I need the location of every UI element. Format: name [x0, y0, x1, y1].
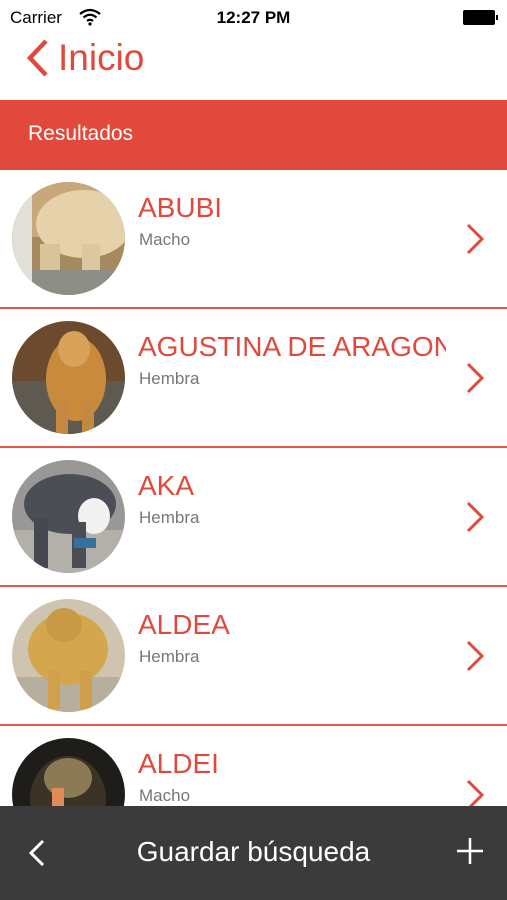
dog-photo	[12, 460, 125, 573]
list-item[interactable]: ALDEA Hembra	[0, 587, 507, 726]
list-item[interactable]: ALDEI Macho	[0, 726, 507, 806]
dog-sex: Hembra	[139, 369, 200, 388]
dog-sex: Macho	[139, 786, 191, 805]
dog-name: ABUBI	[138, 192, 223, 223]
bottom-toolbar: Guardar búsqueda	[0, 806, 507, 900]
chevron-right-icon	[466, 362, 485, 394]
back-button[interactable]: Inicio	[24, 36, 144, 80]
navigation-bar: Inicio	[0, 36, 507, 100]
avatar	[12, 599, 125, 712]
status-time: 12:27 PM	[216, 8, 291, 27]
results-list[interactable]: ABUBI Macho AGUSTINA DE ARAGON Hembra AK…	[0, 170, 507, 806]
chevron-right-icon	[466, 223, 485, 255]
dog-sex: Hembra	[139, 647, 200, 666]
results-title: Resultados	[28, 122, 134, 145]
avatar	[12, 738, 125, 806]
avatar	[12, 182, 125, 295]
dog-photo	[12, 599, 125, 712]
dog-name: AGUSTINA DE ARAGON	[138, 331, 446, 362]
dog-photo	[12, 321, 125, 434]
save-search-button[interactable]: Guardar búsqueda	[0, 836, 507, 868]
back-label: Inicio	[58, 37, 145, 78]
plus-icon[interactable]	[454, 835, 486, 867]
results-header: Resultados	[0, 100, 507, 170]
chevron-right-icon	[466, 501, 485, 533]
list-item[interactable]: AGUSTINA DE ARAGON Hembra	[0, 309, 507, 448]
dog-name: ALDEA	[138, 609, 230, 640]
battery-icon	[463, 10, 498, 25]
status-bar: Carrier 12:27 PM	[0, 0, 507, 36]
dog-name: ALDEI	[138, 748, 219, 779]
dog-photo	[12, 182, 125, 295]
avatar	[12, 321, 125, 434]
dog-name: AKA	[138, 470, 195, 501]
dog-photo	[12, 738, 125, 806]
avatar	[12, 460, 125, 573]
dog-sex: Hembra	[139, 508, 200, 527]
chevron-right-icon	[466, 640, 485, 672]
list-item[interactable]: AKA Hembra	[0, 448, 507, 587]
list-item[interactable]: ABUBI Macho	[0, 170, 507, 309]
chevron-right-icon	[466, 779, 485, 806]
dog-sex: Macho	[139, 230, 191, 249]
chevron-left-icon	[26, 39, 48, 77]
